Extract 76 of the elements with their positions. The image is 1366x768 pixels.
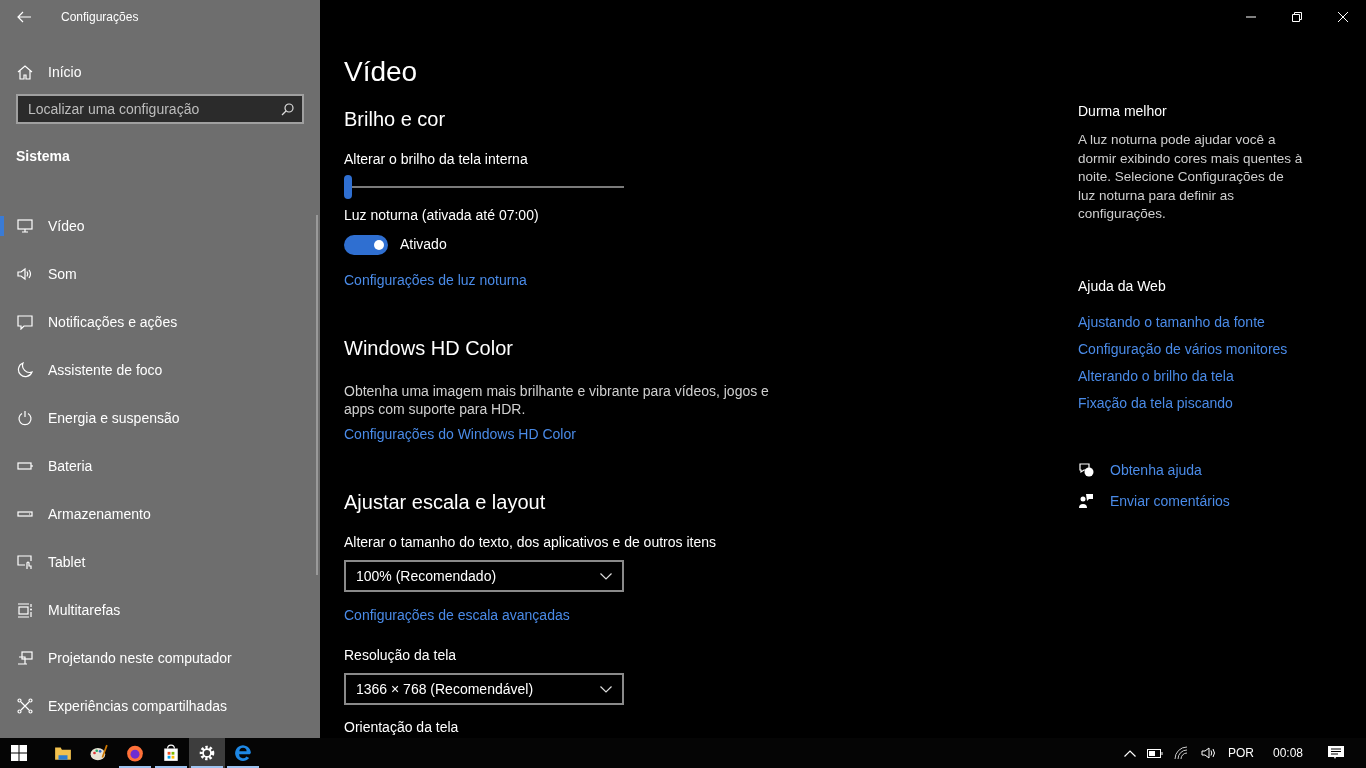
wifi-icon[interactable]	[1173, 746, 1190, 760]
help-action-link[interactable]: Obtenha ajuda	[1110, 459, 1202, 480]
sidebar-item[interactable]: Armazenamento	[0, 490, 320, 538]
setting-label: Resolução da tela	[344, 646, 458, 665]
sidebar-item[interactable]: Projetando neste computador	[0, 634, 320, 682]
toggle-state-label: Ativado	[400, 235, 447, 254]
section-heading: Brilho e cor	[344, 107, 447, 132]
help-link[interactable]: Fixação da tela piscando	[1078, 392, 1233, 413]
back-arrow-icon	[17, 11, 31, 23]
tablet-icon	[17, 554, 33, 570]
settings-icon	[198, 744, 216, 762]
message-icon	[17, 314, 33, 330]
sidebar-item[interactable]: Bateria	[0, 442, 320, 490]
home-icon	[17, 64, 33, 80]
windows-logo-icon	[10, 745, 27, 761]
settings-link[interactable]: Configurações do Windows HD Color	[344, 424, 576, 444]
sidebar-item[interactable]: Energia e suspensão	[0, 394, 320, 442]
monitor-icon	[17, 218, 33, 234]
section-heading: Windows HD Color	[344, 336, 514, 361]
sidebar-item[interactable]: Tablet	[0, 538, 320, 586]
settings-link[interactable]: Configurações de luz noturna	[344, 270, 527, 290]
sidebar-item[interactable]: Multitarefas	[0, 586, 320, 634]
chevron-down-icon	[600, 685, 612, 693]
multitask-icon	[17, 602, 33, 618]
notifications-icon[interactable]	[1328, 745, 1344, 761]
search-field[interactable]: Localizar uma configuração	[16, 94, 304, 124]
help-link[interactable]: Alterando o brilho da tela	[1078, 365, 1234, 386]
aside-heading: Ajuda da Web	[1078, 276, 1167, 296]
chevron-down-icon	[600, 572, 612, 580]
section-heading: Sistema	[15, 147, 71, 166]
aside-heading: Durma melhor	[1078, 102, 1168, 121]
e-letter-logo-icon	[234, 744, 252, 762]
battery-icon[interactable]	[1146, 748, 1163, 758]
language-indicator[interactable]: POR	[1227, 744, 1254, 762]
aside-description: A luz noturna pode ajudar você a dormir exibindo cores mais quentes à noite. Selecione Configurações de luz noturna para definir as configurações.	[1078, 131, 1304, 223]
setting-label: Orientação da tela	[344, 718, 460, 737]
close-icon	[1338, 12, 1348, 22]
help-link[interactable]: Configuração de vários monitores	[1078, 338, 1288, 359]
restore-icon	[1292, 12, 1302, 22]
sidebar-item[interactable]: Experiências compartilhadas	[0, 682, 320, 730]
folder-icon	[54, 744, 72, 762]
share-nodes-icon	[17, 698, 33, 714]
sidebar-item[interactable]: Notificações e ações	[0, 298, 320, 346]
dropdown[interactable]: 1366 × 768 (Recomendável)	[344, 673, 624, 705]
dropdown[interactable]: 100% (Recomendado)	[344, 560, 624, 592]
window-title: Configurações	[61, 9, 139, 26]
brightness-slider[interactable]	[344, 175, 624, 199]
setting-label: Luz noturna (ativada até 07:00)	[344, 206, 540, 225]
clock[interactable]: 00:08	[1272, 744, 1303, 762]
speaker-icon[interactable]	[1200, 746, 1217, 760]
sidebar-item[interactable]: Assistente de foco	[0, 346, 320, 394]
settings-link[interactable]: Configurações de escala avançadas	[344, 605, 570, 625]
setting-label: Alterar o tamanho do texto, dos aplicativos e de outros itens	[344, 533, 717, 552]
sidebar-item[interactable]: Som	[0, 250, 320, 298]
shopping-bag-icon	[162, 744, 180, 762]
slider-thumb[interactable]	[344, 175, 352, 199]
project-screen-icon	[17, 650, 33, 666]
page-title: Vídeo	[344, 55, 419, 89]
help-action-link[interactable]: Enviar comentários	[1110, 490, 1230, 511]
toggle-switch[interactable]	[344, 234, 388, 255]
moon-icon	[17, 362, 33, 378]
feedback-person-icon	[1078, 492, 1094, 509]
help-chat-icon	[1078, 461, 1094, 478]
power-icon	[17, 410, 33, 426]
help-link[interactable]: Ajustando o tamanho da fonte	[1078, 311, 1265, 332]
search-icon	[281, 103, 294, 116]
section-heading: Ajustar escala e layout	[344, 490, 547, 515]
scrollbar[interactable]	[316, 215, 318, 575]
description-text: Obtenha uma imagem mais brilhante e vibrante para vídeos, jogos e apps com suporte para HDR.	[344, 382, 770, 418]
chevron-up-icon[interactable]	[1123, 749, 1136, 757]
home-link[interactable]: Início	[0, 56, 320, 88]
speaker-icon	[17, 266, 33, 282]
taskbar-app-button[interactable]	[189, 738, 225, 768]
setting-label: Alterar o brilho da tela interna	[344, 150, 529, 169]
palette-icon	[90, 744, 108, 762]
sidebar-item[interactable]: Vídeo	[0, 202, 320, 250]
